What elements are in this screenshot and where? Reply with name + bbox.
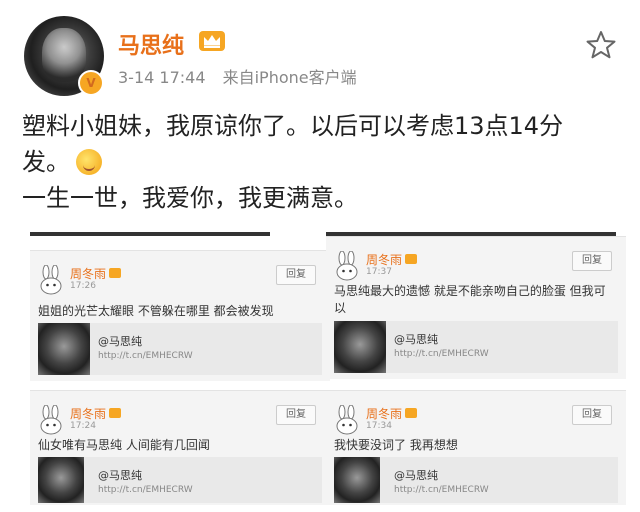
post-line-1: 塑料小姐妹，我原谅你了。以后可以考虑13点14分 [22,112,564,140]
comment-text: 姐姐的光芒太耀眼 不管躲在哪里 都会被发现 [38,304,274,318]
divider [30,232,270,236]
link-thumbnail [334,321,386,373]
comment-time: 17:34 [366,421,392,431]
link-url: http://t.cn/EMHECRW [394,485,489,495]
comment-author[interactable]: 周冬雨 [70,265,122,282]
link-thumbnail [334,457,380,503]
link-mention: @马思纯 [98,469,142,482]
rabbit-avatar-icon [336,251,358,281]
crown-icon [109,268,122,278]
embedded-comment-card: 周冬雨 17:34 回复 我快要没词了 我再想想 @马思纯 http://t.c… [326,390,626,505]
link-url: http://t.cn/EMHECRW [98,351,193,361]
post-line-3: 一生一世，我爱你，我更满意。 [22,184,358,212]
rabbit-avatar-icon [40,405,62,435]
reply-button[interactable]: 回复 [276,405,316,425]
link-card[interactable]: @马思纯 http://t.cn/EMHECRW [38,457,322,503]
crown-icon [109,408,122,418]
crown-icon [199,31,225,51]
crown-icon [405,254,418,264]
link-card[interactable]: @马思纯 http://t.cn/EMHECRW [38,323,322,375]
rabbit-avatar-icon [336,405,358,435]
comment-time: 17:24 [70,421,96,431]
reply-button[interactable]: 回复 [572,251,612,271]
post-timestamp: 3-14 17:44 [118,68,206,87]
yum-face-emoji-icon [76,149,102,175]
comment-time: 17:37 [366,267,392,277]
link-card[interactable]: @马思纯 http://t.cn/EMHECRW [334,457,618,503]
link-mention: @马思纯 [394,333,438,346]
link-url: http://t.cn/EMHECRW [98,485,193,495]
verified-badge-icon: V [78,70,104,96]
embedded-comment-card: 周冬雨 17:37 回复 马思纯最大的遗憾 就是不能亲吻自己的脸蛋 但我可以 @… [326,236,626,379]
embedded-comment-card: 周冬雨 17:24 回复 仙女唯有马思纯 人间能有几回闻 @马思纯 http:/… [30,390,330,505]
reply-button[interactable]: 回复 [572,405,612,425]
comment-author[interactable]: 周冬雨 [366,251,418,268]
reply-button[interactable]: 回复 [276,265,316,285]
link-thumbnail [38,323,90,375]
post-meta: 3-14 17:44 来自iPhone客户端 [118,64,369,88]
username[interactable]: 马思纯 [118,28,184,60]
post-line-2: 发。 [22,144,622,180]
crown-icon [405,408,418,418]
comment-time: 17:26 [70,281,96,291]
link-thumbnail [38,457,84,503]
embedded-comment-card: 周冬雨 17:26 回复 姐姐的光芒太耀眼 不管躲在哪里 都会被发现 @马思纯 … [30,250,330,381]
rabbit-avatar-icon [40,265,62,295]
comment-text: 马思纯最大的遗憾 就是不能亲吻自己的脸蛋 但我可以 [334,284,606,315]
comment-text: 我快要没词了 我再想想 [334,438,458,452]
link-card[interactable]: @马思纯 http://t.cn/EMHECRW [334,321,618,373]
link-mention: @马思纯 [98,335,142,348]
link-mention: @马思纯 [394,469,438,482]
post-line-2-text: 发。 [22,148,70,176]
post-body: 塑料小姐妹，我原谅你了。以后可以考虑13点14分 发。 一生一世，我爱你，我更满… [22,108,622,216]
comment-text: 仙女唯有马思纯 人间能有几回闻 [38,438,210,452]
star-icon[interactable] [586,30,616,60]
comment-author[interactable]: 周冬雨 [70,405,122,422]
link-url: http://t.cn/EMHECRW [394,349,489,359]
comment-author[interactable]: 周冬雨 [366,405,418,422]
post-source: 来自iPhone客户端 [222,68,357,87]
